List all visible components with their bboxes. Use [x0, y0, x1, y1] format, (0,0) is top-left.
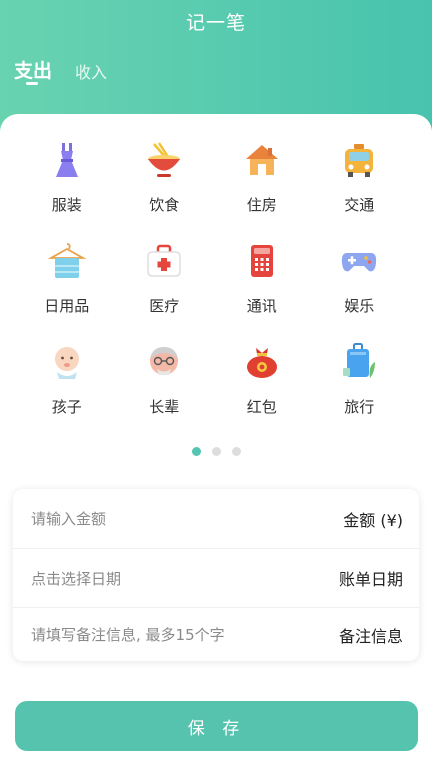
category-grid: 服装 饮食 住房 交通 日用品 医疗 通讯 娱乐 孩子 长辈 红包 旅行	[18, 140, 408, 443]
taxi-icon	[339, 140, 379, 180]
category-label: 交通	[344, 196, 375, 214]
category-daily-goods[interactable]: 日用品	[18, 241, 116, 342]
baby-icon	[47, 342, 87, 382]
date-label: 账单日期	[338, 570, 403, 589]
date-picker-field[interactable]: 点击选择日期	[31, 568, 121, 589]
category-label: 住房	[246, 196, 277, 214]
page-dot-1[interactable]	[191, 447, 201, 456]
category-children[interactable]: 孩子	[18, 342, 116, 443]
category-food[interactable]: 饮食	[116, 140, 214, 241]
red-envelope-bag-icon	[242, 342, 282, 382]
category-label: 饮食	[149, 196, 180, 214]
towel-hanger-icon	[47, 241, 87, 281]
category-clothing[interactable]: 服装	[18, 140, 116, 241]
category-label: 孩子	[51, 398, 82, 416]
page-dot-3[interactable]	[231, 447, 241, 456]
medical-kit-icon	[144, 241, 184, 281]
category-label: 医疗	[149, 297, 180, 315]
grandpa-icon	[144, 342, 184, 382]
category-travel[interactable]: 旅行	[311, 342, 409, 443]
record-entry-screen: 记一笔 支出 收入 服装 饮食 住房 交通 日用品 医疗 通讯 娱乐 孩子 长辈…	[0, 0, 432, 768]
gamepad-icon	[339, 241, 379, 281]
page-dot-2[interactable]	[211, 447, 221, 456]
note-row[interactable]: 请填写备注信息, 最多15个字 备注信息	[13, 607, 419, 661]
category-entertainment[interactable]: 娱乐	[311, 241, 409, 342]
save-button[interactable]: 保 存	[15, 701, 418, 751]
tab-income[interactable]: 收入	[75, 59, 107, 83]
category-transport[interactable]: 交通	[311, 140, 409, 241]
active-tab-indicator	[26, 82, 38, 85]
note-label: 备注信息	[338, 626, 403, 646]
category-label: 通讯	[246, 297, 277, 315]
amount-label: 金额 (¥)	[343, 510, 403, 530]
category-telecom[interactable]: 通讯	[213, 241, 311, 342]
page-title: 记一笔	[185, 12, 246, 34]
entry-form-card: 请输入金额 金额 (¥) 点击选择日期 账单日期 请填写备注信息, 最多15个字…	[13, 489, 419, 661]
category-medical[interactable]: 医疗	[116, 241, 214, 342]
tab-expense[interactable]: 支出	[14, 56, 52, 83]
house-icon	[242, 140, 282, 180]
page-indicator	[0, 447, 432, 456]
note-input[interactable]: 请填写备注信息, 最多15个字	[31, 624, 225, 645]
category-red-envelope[interactable]: 红包	[213, 342, 311, 443]
noodle-bowl-icon	[144, 140, 184, 180]
date-row[interactable]: 点击选择日期 账单日期	[13, 548, 419, 607]
telephone-icon	[242, 241, 282, 281]
category-elders[interactable]: 长辈	[116, 342, 214, 443]
category-label: 红包	[246, 398, 277, 416]
suitcase-icon	[339, 342, 379, 382]
amount-input[interactable]: 请输入金额	[31, 508, 106, 529]
category-label: 娱乐	[344, 297, 375, 315]
category-label: 长辈	[149, 398, 180, 416]
category-housing[interactable]: 住房	[213, 140, 311, 241]
category-label: 服装	[51, 196, 82, 214]
category-label: 日用品	[44, 297, 90, 315]
amount-row[interactable]: 请输入金额 金额 (¥)	[13, 489, 419, 548]
category-label: 旅行	[344, 398, 375, 416]
dress-icon	[47, 140, 87, 180]
